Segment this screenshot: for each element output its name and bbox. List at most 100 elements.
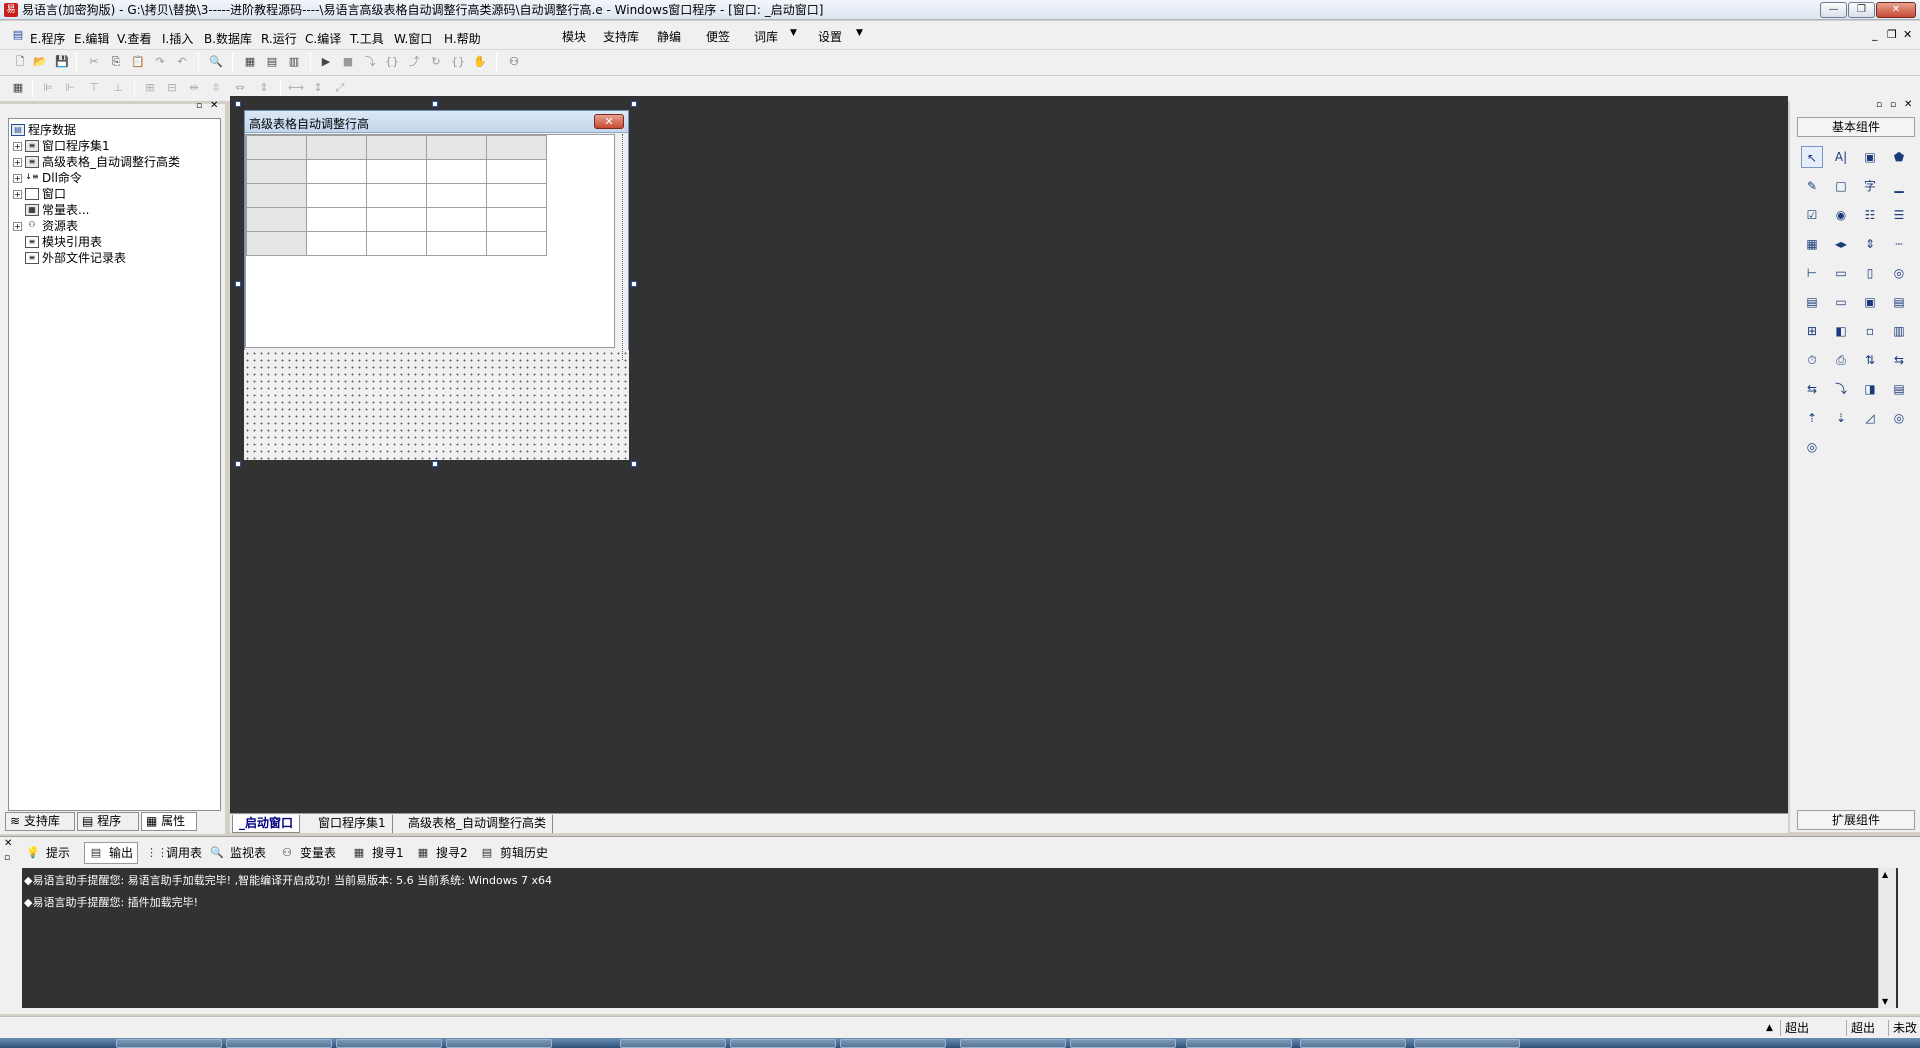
component-tool-icon[interactable]: ☑ — [1801, 204, 1823, 226]
component-tool-icon[interactable]: ▣ — [1859, 291, 1881, 313]
grid-cell[interactable] — [427, 160, 487, 184]
component-tool-icon[interactable]: ◎ — [1888, 262, 1910, 284]
panel-pin-icon[interactable]: ▫ — [1876, 100, 1882, 110]
save-icon[interactable]: 💾 — [54, 54, 70, 70]
cut-icon[interactable]: ✂ — [86, 54, 102, 70]
extended-components-header[interactable]: 扩展组件 — [1797, 810, 1915, 830]
center-v-icon[interactable]: ⊟ — [164, 80, 180, 96]
resize-handle[interactable] — [235, 461, 241, 467]
menu-run[interactable]: R.运行 — [261, 30, 297, 47]
menu-edit[interactable]: E.编辑 — [74, 30, 109, 47]
menu-notes[interactable]: 便签 — [706, 28, 730, 45]
grid-cell[interactable] — [307, 232, 367, 256]
mdi-restore-button[interactable]: ❐ — [1887, 28, 1897, 41]
step-2-icon[interactable]: {} — [384, 54, 400, 70]
grid-header-cell[interactable] — [427, 136, 487, 160]
grid-header-cell[interactable] — [247, 184, 307, 208]
basic-components-header[interactable]: 基本组件 — [1797, 117, 1915, 137]
form-close-button[interactable]: ✕ — [594, 114, 624, 129]
grid-cell[interactable] — [427, 232, 487, 256]
menu-settings[interactable]: 设置 — [818, 28, 842, 45]
align-right-icon[interactable]: ⊩ — [62, 80, 78, 96]
expand-icon[interactable]: + — [13, 142, 22, 151]
menu-static-compile[interactable]: 静编 — [657, 28, 681, 45]
tree-item[interactable]: + ↓≡ Dll命令 — [13, 170, 82, 186]
binoculars-icon[interactable]: ⚇ — [506, 54, 522, 70]
hand-icon[interactable]: ✋ — [472, 54, 488, 70]
component-tool-icon[interactable]: A| — [1830, 146, 1852, 168]
resize-handle[interactable] — [235, 281, 241, 287]
resize-handle[interactable] — [235, 101, 241, 107]
same-width-icon[interactable]: ⟷ — [288, 80, 304, 96]
layout-3-icon[interactable]: ▥ — [286, 54, 302, 70]
taskbar-button[interactable] — [1414, 1039, 1520, 1048]
equal-height-icon[interactable]: ⇕ — [256, 80, 272, 96]
space-h-icon[interactable]: ⇹ — [186, 80, 202, 96]
tree-item[interactable]: + 窗口 — [13, 186, 66, 202]
component-tool-icon[interactable]: ▤ — [1888, 291, 1910, 313]
component-tool-icon[interactable]: ◿ — [1859, 407, 1881, 429]
expand-icon[interactable]: + — [13, 190, 22, 199]
tab-call-stack[interactable]: ⋮⋮调用表 — [146, 842, 202, 864]
component-tool-icon[interactable]: ⊢ — [1801, 262, 1823, 284]
center-h-icon[interactable]: ⊞ — [142, 80, 158, 96]
step-5-icon[interactable]: {} — [450, 54, 466, 70]
tab-startup-window[interactable]: _启动窗口 — [232, 815, 300, 833]
menu-lexicon[interactable]: 词库 — [754, 28, 778, 45]
grid-header-cell[interactable] — [247, 232, 307, 256]
tab-support-lib[interactable]: ≋ 支持库 — [5, 812, 75, 831]
component-tool-icon[interactable]: ┄ — [1888, 233, 1910, 255]
component-tool-icon[interactable]: ◨ — [1859, 378, 1881, 400]
step-4-icon[interactable]: ↻ — [428, 54, 444, 70]
step-3-icon[interactable]: ⤴ — [406, 54, 422, 70]
grid-cell[interactable] — [427, 184, 487, 208]
component-tool-icon[interactable]: ▥ — [1888, 320, 1910, 342]
menu-view[interactable]: V.查看 — [117, 30, 151, 47]
grid-cell[interactable] — [307, 208, 367, 232]
same-height-icon[interactable]: ↕ — [310, 80, 326, 96]
copy-icon[interactable]: ⎘ — [108, 54, 124, 70]
resize-handle[interactable] — [432, 101, 438, 107]
grid-header-cell[interactable] — [307, 136, 367, 160]
grid-cell[interactable] — [367, 232, 427, 256]
tree-item[interactable]: ▦ 常量表... — [25, 202, 89, 218]
taskbar-button[interactable] — [960, 1039, 1066, 1048]
expand-icon[interactable]: + — [13, 222, 22, 231]
bottom-panel-pin-icon[interactable]: ▫ — [4, 853, 10, 863]
tree-item[interactable]: + ≡ 高级表格_自动调整行高类 — [13, 154, 180, 170]
taskbar-button[interactable] — [446, 1039, 552, 1048]
menu-support-lib[interactable]: 支持库 — [603, 28, 639, 45]
component-tool-icon[interactable]: ⇆ — [1801, 378, 1823, 400]
component-tool-icon[interactable]: ◎ — [1801, 436, 1823, 458]
grid-cell[interactable] — [367, 184, 427, 208]
tab-program[interactable]: ▤ 程序 — [77, 812, 139, 831]
menu-database[interactable]: B.数据库 — [204, 30, 252, 47]
component-tool-icon[interactable]: ↖ — [1801, 146, 1823, 168]
grid-header-cell[interactable] — [367, 136, 427, 160]
new-file-icon[interactable]: 🗋 — [12, 54, 28, 70]
paste-icon[interactable]: 📋 — [130, 54, 146, 70]
layout-1-icon[interactable]: ▦ — [242, 54, 258, 70]
component-tool-icon[interactable]: ⏱ — [1801, 349, 1823, 371]
tree-root[interactable]: ▤ 程序数据 — [11, 122, 76, 138]
panel-close-icon[interactable]: ✕ — [210, 100, 218, 111]
component-tool-icon[interactable]: ▭ — [1830, 291, 1852, 313]
component-tool-icon[interactable]: ▤ — [1888, 378, 1910, 400]
taskbar-button[interactable] — [1070, 1039, 1176, 1048]
component-tool-icon[interactable]: ▭ — [1830, 262, 1852, 284]
component-tool-icon[interactable]: ◂▸ — [1830, 233, 1852, 255]
tab-clip-history[interactable]: ▤剪辑历史 — [480, 842, 548, 864]
component-tool-icon[interactable]: ▯ — [1859, 262, 1881, 284]
scroll-up-icon[interactable]: ▲ — [1882, 870, 1888, 879]
menu-compile[interactable]: C.编译 — [305, 30, 341, 47]
settings-dropdown-icon[interactable]: ▼ — [856, 28, 863, 38]
align-bottom-icon[interactable]: ⊥ — [110, 80, 126, 96]
taskbar-button[interactable] — [336, 1039, 442, 1048]
find-icon[interactable]: 🔍 — [208, 54, 224, 70]
run-icon[interactable]: ▶ — [318, 54, 334, 70]
component-tool-icon[interactable]: ▦ — [1801, 233, 1823, 255]
grid-cell[interactable] — [367, 160, 427, 184]
status-up-icon[interactable]: ▲ — [1766, 1020, 1773, 1036]
grid-cell[interactable] — [487, 184, 547, 208]
grid-cell[interactable] — [487, 160, 547, 184]
